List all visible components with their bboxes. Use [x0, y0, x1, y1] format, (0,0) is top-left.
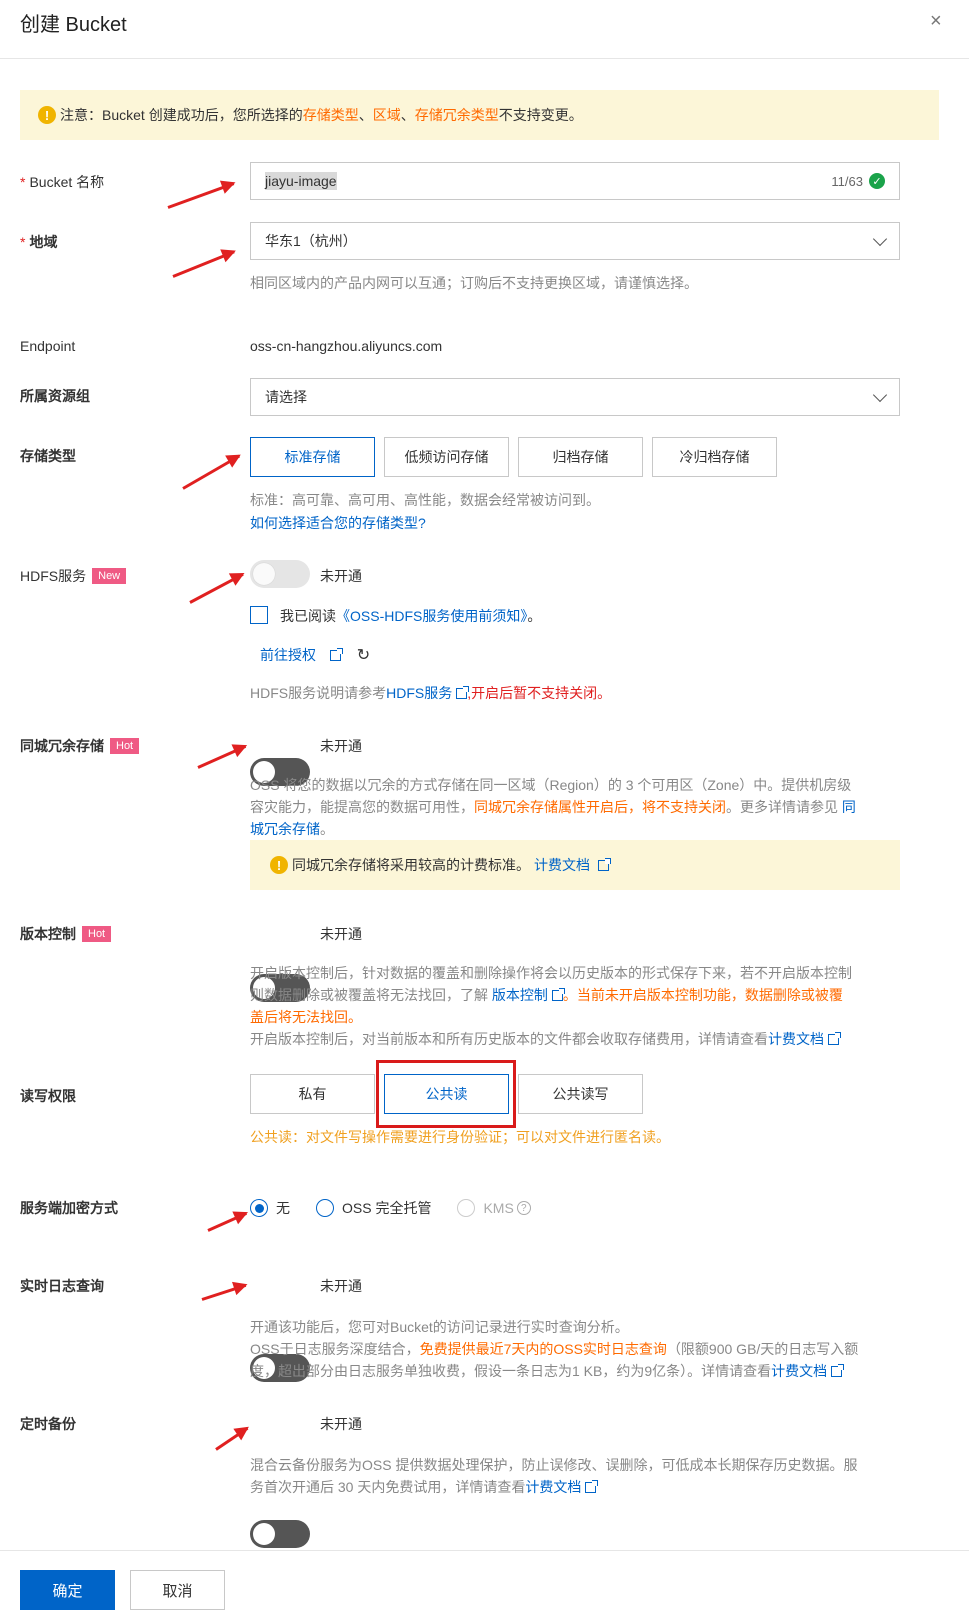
region-help: 相同区域内的产品内网可以互通；订购后不支持更换区域，请谨慎选择。	[250, 275, 698, 291]
header-divider	[0, 58, 969, 59]
versioning-label: 版本控制 Hot	[20, 924, 112, 944]
hdfs-authorize-link[interactable]: 前往授权	[260, 647, 316, 663]
storage-type-help-link[interactable]: 如何选择适合您的存储类型?	[250, 513, 426, 533]
annotation-arrow	[197, 744, 247, 769]
acl-public-read-write[interactable]: 公共读写	[518, 1074, 643, 1114]
external-link-icon	[551, 988, 565, 1001]
cancel-button[interactable]: 取消	[130, 1570, 225, 1610]
confirm-button[interactable]: 确定	[20, 1570, 115, 1610]
external-link-icon	[456, 686, 470, 699]
region-select[interactable]: 华东1（杭州）	[250, 222, 900, 260]
hdfs-label: HDFS服务 New	[20, 566, 127, 586]
check-circle-icon: ✓	[869, 173, 885, 189]
zrs-billing-link[interactable]: 计费文档	[534, 855, 590, 875]
external-link-icon	[329, 648, 343, 661]
storage-type-archive[interactable]: 归档存储	[518, 437, 643, 477]
versioning-billing-link[interactable]: 计费文档	[768, 1031, 824, 1047]
chevron-down-icon	[872, 231, 888, 246]
hdfs-service-link[interactable]: HDFS服务	[386, 685, 452, 701]
dialog-title: 创建 Bucket	[20, 14, 127, 36]
resource-group-placeholder: 请选择	[265, 389, 307, 405]
hot-badge: Hot	[82, 926, 112, 942]
backup-status: 未开通	[320, 1416, 362, 1432]
zrs-status: 未开通	[320, 738, 362, 754]
annotation-arrow	[215, 1427, 249, 1451]
acl-private[interactable]: 私有	[250, 1074, 375, 1114]
annotation-arrow	[201, 1283, 247, 1301]
external-link-icon	[828, 1032, 841, 1045]
acl-help: 公共读：对文件写操作需要进行身份验证；可以对文件进行匿名读。	[250, 1129, 670, 1145]
storage-type-help: 标准：高可靠、高可用、高性能，数据会经常被访问到。	[250, 492, 600, 508]
annotation-arrow	[182, 454, 241, 490]
bucket-name-input[interactable]: jiayu-image 11/63 ✓	[250, 162, 900, 200]
notice-prefix: 注意：Bucket 创建成功后，您所选择的	[60, 107, 303, 123]
storage-type-standard[interactable]: 标准存储	[250, 437, 375, 477]
warning-icon: !	[38, 106, 56, 124]
hdfs-authorize-row: 前往授权 ↻	[260, 645, 370, 665]
realtime-log-label: 实时日志查询	[20, 1278, 104, 1294]
zrs-label: 同城冗余存储 Hot	[20, 736, 140, 756]
encryption-none-radio[interactable]	[250, 1199, 268, 1217]
backup-label: 定时备份	[20, 1416, 76, 1432]
hdfs-agree-checkbox[interactable]	[250, 606, 268, 624]
highlight-box	[376, 1060, 516, 1128]
encryption-label: 服务端加密方式	[20, 1200, 118, 1216]
close-icon[interactable]: ×	[930, 11, 948, 31]
zrs-billing-note: ! 同城冗余存储将采用较高的计费标准。 计费文档	[250, 840, 900, 890]
hdfs-agree-text: 我已阅读《OSS-HDFS服务使用前须知》。	[280, 608, 542, 624]
external-link-icon	[598, 857, 611, 871]
hot-badge: Hot	[110, 738, 140, 754]
backup-toggle[interactable]	[250, 1520, 310, 1548]
realtime-log-status: 未开通	[320, 1278, 362, 1294]
notice-suffix: 不支持变更。	[498, 107, 583, 123]
region-value: 华东1（杭州）	[265, 233, 357, 249]
notice-link-storage-type[interactable]: 存储类型	[303, 105, 359, 125]
external-link-icon	[585, 1480, 599, 1493]
notice-link-region[interactable]: 区域	[373, 105, 401, 125]
annotation-arrow	[172, 250, 235, 278]
notice-link-redundancy[interactable]: 存储冗余类型	[415, 105, 499, 125]
hdfs-note: HDFS服务说明请参考HDFS服务 ,开启后暂不支持关闭。	[250, 685, 612, 701]
hdfs-status: 未开通	[320, 568, 362, 584]
encryption-kms-radio[interactable]	[457, 1199, 476, 1217]
encryption-oss-radio[interactable]	[316, 1199, 334, 1217]
resource-group-label: 所属资源组	[20, 388, 90, 404]
external-link-icon	[831, 1364, 845, 1377]
storage-type-cold-archive[interactable]: 冷归档存储	[652, 437, 777, 477]
zrs-doc-link[interactable]: 同	[842, 799, 856, 815]
region-label: * 地域	[20, 234, 58, 250]
zrs-description: OSS 将您的数据以冗余的方式存储在同一区域（Region）的 3 个可用区（Z…	[250, 777, 856, 837]
endpoint-label: Endpoint	[20, 338, 76, 354]
resource-group-select[interactable]: 请选择	[250, 378, 900, 416]
annotation-arrow	[167, 182, 235, 209]
hdfs-notice-link[interactable]: 《OSS-HDFS服务使用前须知》	[336, 608, 527, 624]
bucket-name-counter: 11/63 ✓	[831, 173, 885, 189]
warning-icon: !	[270, 856, 288, 874]
hdfs-toggle[interactable]	[250, 560, 310, 588]
backup-description: 混合云备份服务为OSS 提供数据处理保护，防止误修改、误删除，可低成本长期保存历…	[250, 1457, 858, 1495]
realtime-log-billing-link[interactable]: 计费文档	[771, 1363, 827, 1379]
bucket-name-value: jiayu-image	[265, 172, 337, 190]
notice-banner: ! 注意：Bucket 创建成功后，您所选择的 存储类型 、 区域 、 存储冗余…	[20, 90, 939, 140]
versioning-doc-link[interactable]: 版本控制	[492, 987, 548, 1003]
acl-label: 读写权限	[20, 1088, 76, 1104]
realtime-log-description: 开通该功能后，您可对Bucket的访问记录进行实时查询分析。 OSS于日志服务深…	[250, 1319, 859, 1379]
versioning-description: 开启版本控制后，针对数据的覆盖和删除操作将会以历史版本的形式保存下来，若不开启版…	[250, 965, 852, 1047]
help-icon[interactable]: ?	[516, 1201, 531, 1215]
footer-divider	[0, 1550, 969, 1551]
bucket-name-label: * Bucket 名称	[20, 174, 105, 190]
new-badge: New	[92, 568, 127, 584]
refresh-icon[interactable]: ↻	[357, 647, 370, 664]
versioning-status: 未开通	[320, 926, 362, 942]
encryption-radio-group: 无 OSS 完全托管 KMS ?	[250, 1198, 531, 1218]
storage-type-label: 存储类型	[20, 448, 76, 464]
annotation-arrow	[207, 1212, 247, 1232]
annotation-arrow	[189, 573, 244, 604]
chevron-down-icon	[872, 387, 888, 402]
backup-billing-link[interactable]: 计费文档	[525, 1479, 581, 1495]
storage-type-ia[interactable]: 低频访问存储	[384, 437, 509, 477]
endpoint-value: oss-cn-hangzhou.aliyuncs.com	[250, 338, 443, 354]
